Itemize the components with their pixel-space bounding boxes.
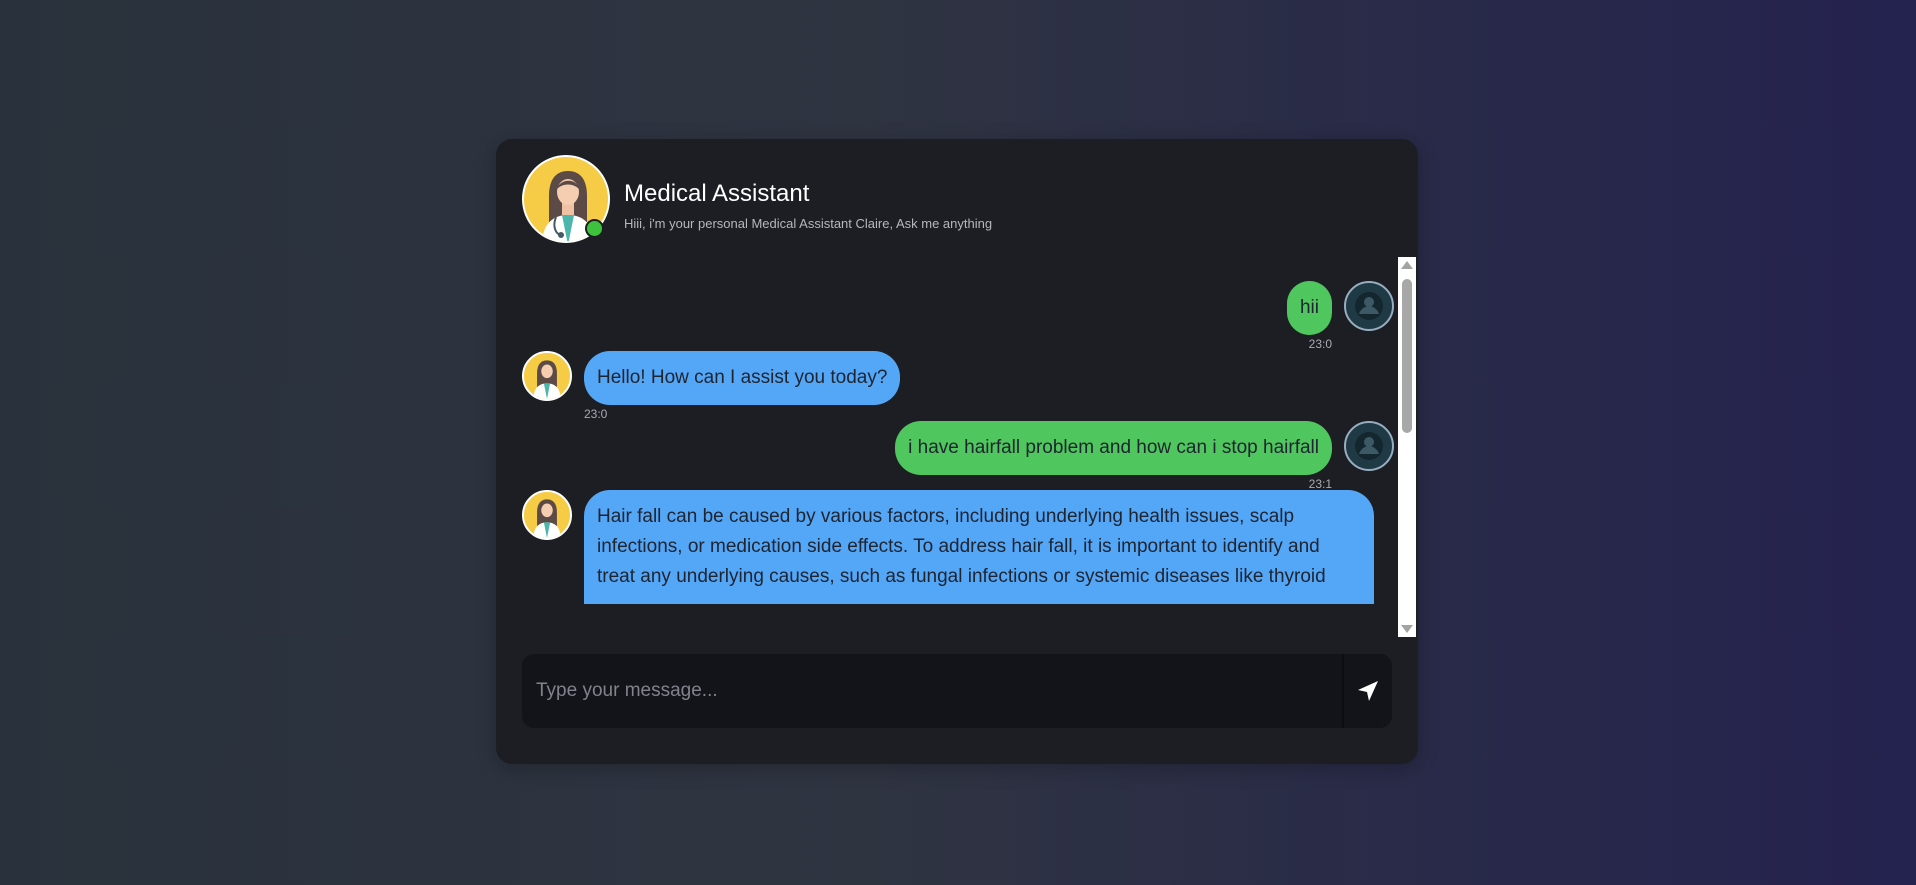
message-composer: [522, 654, 1392, 728]
scroll-up-arrow-icon[interactable]: [1401, 261, 1413, 269]
user-message-bubble: hii: [1286, 281, 1332, 335]
message-list[interactable]: hii 23:0 Hello! How can I assist you tod…: [522, 257, 1394, 637]
bot-message-bubble: Hair fall can be caused by various facto…: [584, 490, 1374, 604]
message-list-scrollbar[interactable]: [1398, 257, 1416, 637]
message-timestamp: 23:0: [584, 407, 608, 421]
bot-message-bubble: Hello! How can I assist you today?: [584, 351, 901, 405]
bot-avatar-icon: [522, 351, 572, 401]
send-button[interactable]: [1344, 654, 1392, 728]
chat-header: Medical Assistant Hiii, i'm your persona…: [522, 155, 1392, 243]
bot-avatar-icon: [522, 490, 572, 540]
message-timestamp: 23:1: [1308, 477, 1332, 491]
user-avatar-icon: [1344, 421, 1394, 471]
assistant-name: Medical Assistant: [624, 180, 810, 207]
chat-window: Medical Assistant Hiii, i'm your persona…: [496, 139, 1418, 764]
user-message-bubble: i have hairfall problem and how can i st…: [895, 421, 1332, 475]
scrollbar-thumb[interactable]: [1402, 279, 1412, 433]
message-timestamp: 23:0: [1308, 337, 1332, 351]
assistant-tagline: Hiii, i'm your personal Medical Assistan…: [624, 216, 993, 231]
send-arrow-icon: [1358, 681, 1378, 701]
scroll-down-arrow-icon[interactable]: [1401, 625, 1413, 633]
online-status-indicator: [585, 219, 604, 238]
message-input[interactable]: [522, 654, 1342, 728]
user-avatar-icon: [1344, 281, 1394, 331]
